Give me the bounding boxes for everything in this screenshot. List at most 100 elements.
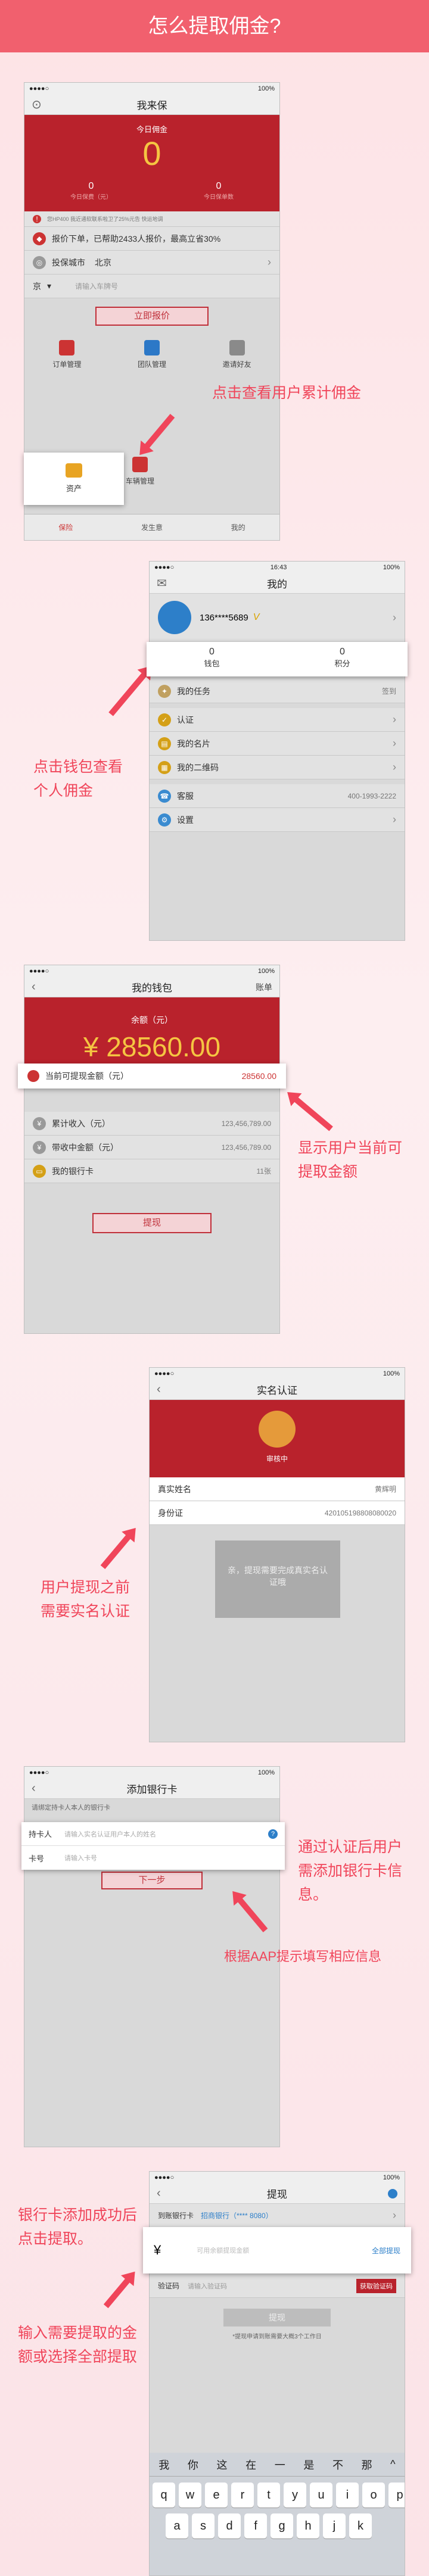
today-value[interactable]: 0: [24, 135, 279, 173]
key[interactable]: q: [153, 2483, 175, 2508]
amount-highlight[interactable]: ¥ 可用余额提现金额 全部提现: [143, 2227, 411, 2274]
user-icon: [259, 1411, 296, 1448]
bill-link[interactable]: 账单: [256, 981, 272, 993]
row-settings[interactable]: ⚙ 设置 ›: [150, 808, 405, 832]
submit-button[interactable]: 提现: [223, 2309, 331, 2326]
arrow-4: [100, 1533, 132, 1570]
code-row[interactable]: 验证码 请输入验证码 获取验证码: [150, 2274, 405, 2298]
arrow-3: [293, 1096, 333, 1131]
row-qr[interactable]: ▦ 我的二维码 ›: [150, 756, 405, 779]
cand[interactable]: 你: [188, 2457, 198, 2472]
help-icon[interactable]: [388, 2188, 397, 2198]
caption-3: 显示用户当前可提取金额: [298, 1140, 403, 1180]
cand[interactable]: 我: [158, 2457, 169, 2472]
key[interactable]: i: [336, 2483, 359, 2508]
stat-policies: 0 今日保单数: [204, 181, 234, 201]
key[interactable]: h: [297, 2513, 319, 2538]
arrow-2: [108, 671, 148, 716]
auth-overlay: 亲，提现需要完成真实名认证哦: [215, 1540, 340, 1618]
row-pending[interactable]: ¥ 带收中金额（元） 123,456,789.00: [24, 1136, 279, 1159]
cand[interactable]: 不: [332, 2457, 343, 2472]
today-panel: 今日佣金 0 0 今日保费（元） 0 今日保单数: [24, 115, 279, 211]
scan-icon[interactable]: ⊙: [32, 97, 42, 112]
key[interactable]: k: [349, 2513, 372, 2538]
back-icon[interactable]: ‹: [157, 2187, 161, 2200]
balance-value: ¥ 28560.00: [83, 1031, 221, 1062]
key[interactable]: w: [179, 2483, 201, 2508]
profile-row[interactable]: 136****5689 V ›: [150, 594, 405, 641]
back-icon[interactable]: ‹: [32, 1782, 36, 1795]
key[interactable]: a: [166, 2513, 188, 2538]
quote-button[interactable]: 立即报价: [95, 307, 209, 326]
screen-auth: ●●●●○ 100% ‹ 实名认证 审核中 真实姓名 黄辉明 身份证 420105198…: [149, 1367, 405, 1742]
key[interactable]: e: [205, 2483, 228, 2508]
collapse-icon[interactable]: ^: [390, 2458, 395, 2471]
menu-invite[interactable]: 邀请好友: [223, 340, 251, 369]
row-cert[interactable]: ✓ 认证 ›: [150, 708, 405, 732]
key[interactable]: f: [244, 2513, 267, 2538]
back-icon[interactable]: ‹: [32, 980, 36, 994]
stat-premium: 0 今日保费（元）: [70, 181, 112, 201]
tab-insurance[interactable]: 保险: [58, 522, 73, 532]
key[interactable]: u: [310, 2483, 332, 2508]
bank-row[interactable]: 到账银行卡 招商银行（**** 8080） ›: [150, 2204, 405, 2228]
key[interactable]: g: [271, 2513, 293, 2538]
key[interactable]: d: [218, 2513, 241, 2538]
cand[interactable]: 这: [217, 2457, 228, 2472]
row-income[interactable]: ¥ 累计收入（元） 123,456,789.00: [24, 1112, 279, 1136]
city-row[interactable]: ◎ 投保城市 北京 ›: [24, 251, 279, 275]
keyboard: 我 你 这 在 一 是 不 那 ^ qwertyuiop asdfghjk: [150, 2453, 405, 2575]
holder-field[interactable]: 持卡人 请输入实名认证用户本人的姓名?: [21, 1822, 285, 1846]
caption-1: 点击查看用户累计佣金: [212, 385, 362, 401]
tab-business[interactable]: 发生意: [141, 522, 163, 532]
key[interactable]: j: [323, 2513, 346, 2538]
status-bar: ●●●●○ 100%: [24, 83, 279, 95]
card-field[interactable]: 卡号 请输入卡号: [21, 1846, 285, 1870]
row-card[interactable]: ▤ 我的名片 ›: [150, 732, 405, 756]
chat-icon[interactable]: ✉: [157, 576, 167, 591]
key[interactable]: t: [257, 2483, 280, 2508]
key[interactable]: p: [388, 2483, 405, 2508]
name-row: 真实姓名 黄辉明: [150, 1477, 405, 1501]
arrow-6: [103, 2276, 132, 2309]
screen-wallet: ●●●●○ 100% ‹ 我的钱包 账单 余额（元） ¥ 28560.00 ¥ 累计收入…: [24, 965, 280, 1334]
withdraw-all-button[interactable]: 全部提现: [372, 2246, 400, 2256]
page-header: 怎么提取佣金?: [0, 0, 429, 52]
cand[interactable]: 在: [245, 2457, 256, 2472]
back-icon[interactable]: ‹: [157, 1383, 161, 1396]
menu-vehicle[interactable]: 车辆管理: [126, 457, 154, 486]
screen-mine: ●●●●○ 16:43 100% ✉ 我的 136****5689 V › ✦ 我的任务 签到…: [149, 561, 405, 941]
plate-row[interactable]: 京 ▾ 请输入车牌号: [24, 275, 279, 298]
wallet-icon: [66, 463, 82, 478]
caption-6b: 输入需要提取的金额或选择全部提取: [18, 2325, 138, 2365]
wallet-cell[interactable]: 0 钱包: [147, 642, 277, 676]
caption-2: 点击钱包查看个人佣金: [33, 759, 123, 799]
asset-highlight[interactable]: 资产: [24, 453, 124, 505]
wallet-highlight[interactable]: 0 钱包 0 积分: [147, 642, 408, 676]
points-cell[interactable]: 0 积分: [277, 642, 408, 676]
cand[interactable]: 那: [362, 2457, 372, 2472]
nav-title: 提现: [267, 2189, 287, 2200]
ticker: ! 您HP400 我近通软联系啦卫了25%元告 快运地调: [24, 211, 279, 227]
get-code-button[interactable]: 获取验证码: [356, 2278, 396, 2293]
menu-orders[interactable]: 订单管理: [52, 340, 81, 369]
nav-title: 添加银行卡: [126, 1784, 178, 1795]
tab-mine[interactable]: 我的: [231, 522, 245, 532]
next-button[interactable]: 下一步: [101, 1872, 203, 1889]
row-bankcards[interactable]: ▭ 我的银行卡 11张: [24, 1159, 279, 1183]
today-label: 今日佣金: [136, 125, 167, 134]
key[interactable]: s: [192, 2513, 214, 2538]
row-service[interactable]: ☎ 客服 400-1993-2222: [150, 784, 405, 808]
cand[interactable]: 是: [303, 2457, 314, 2472]
withdraw-button[interactable]: 提现: [92, 1213, 212, 1233]
withdrawable-highlight[interactable]: 当前可提现金额（元） 28560.00: [18, 1064, 286, 1089]
auth-panel: 审核中: [150, 1400, 405, 1477]
battery: 100%: [257, 85, 275, 92]
key[interactable]: r: [231, 2483, 254, 2508]
menu-team[interactable]: 团队管理: [138, 340, 166, 369]
cand[interactable]: 一: [275, 2457, 285, 2472]
key[interactable]: y: [284, 2483, 306, 2508]
info-icon[interactable]: ?: [268, 1829, 278, 1839]
key[interactable]: o: [362, 2483, 385, 2508]
row-tasks[interactable]: ✦ 我的任务 签到: [150, 679, 405, 703]
